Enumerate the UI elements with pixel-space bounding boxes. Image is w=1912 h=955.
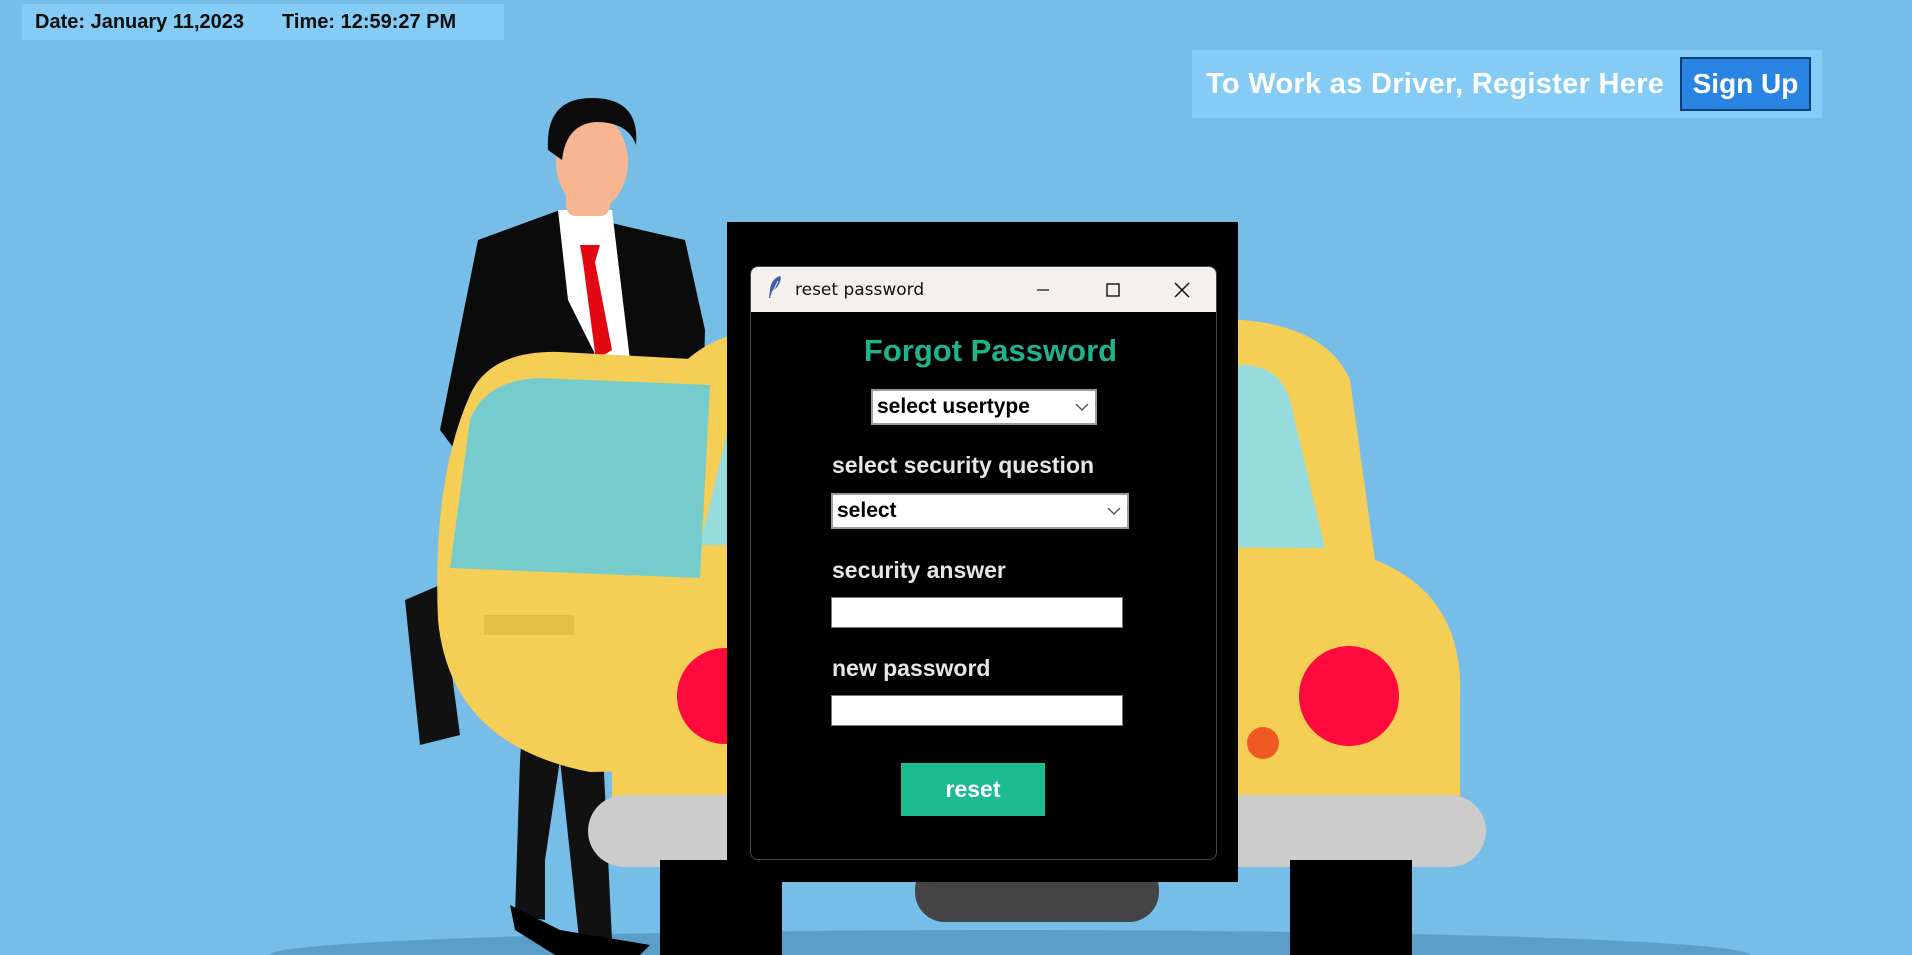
security-question-select[interactable]: select bbox=[831, 493, 1129, 529]
new-password-input[interactable] bbox=[831, 695, 1123, 726]
chevron-down-icon bbox=[1107, 507, 1121, 515]
ground-shadow bbox=[270, 930, 1750, 955]
signup-button[interactable]: Sign Up bbox=[1680, 57, 1811, 111]
time-label: Time: 12:59:27 PM bbox=[282, 10, 457, 33]
security-question-select-value: select bbox=[837, 499, 897, 522]
minimize-button[interactable] bbox=[1008, 267, 1078, 312]
minimize-icon bbox=[1037, 288, 1049, 291]
driver-register-bar: To Work as Driver, Register Here Sign Up bbox=[1192, 50, 1822, 118]
reset-button[interactable]: reset bbox=[901, 763, 1045, 816]
taxi-taillight-right bbox=[1299, 646, 1399, 746]
chevron-down-icon bbox=[1075, 403, 1089, 411]
dialog-heading: Forgot Password bbox=[863, 333, 1118, 368]
date-label: Date: January 11,2023 bbox=[35, 10, 245, 33]
usertype-select[interactable]: select usertype bbox=[871, 389, 1097, 425]
feather-icon bbox=[751, 275, 785, 304]
taxi-door-window bbox=[450, 378, 710, 578]
security-answer-input[interactable] bbox=[831, 597, 1123, 628]
register-prompt: To Work as Driver, Register Here bbox=[1206, 67, 1665, 100]
dialog-titlebar[interactable]: reset password bbox=[751, 267, 1216, 312]
new-password-label: new password bbox=[832, 655, 991, 681]
security-question-label: select security question bbox=[832, 452, 1095, 478]
taxi-door-handle bbox=[484, 615, 574, 635]
close-icon bbox=[1174, 281, 1190, 298]
taxi-tire-right bbox=[1290, 860, 1412, 955]
dialog-title: reset password bbox=[795, 279, 925, 300]
maximize-button[interactable] bbox=[1078, 267, 1148, 312]
reset-password-dialog: reset password Forgot Password select us… bbox=[750, 266, 1217, 860]
datetime-bar: Date: January 11,2023 Time: 12:59:27 PM bbox=[22, 4, 504, 40]
maximize-icon bbox=[1106, 282, 1120, 297]
close-button[interactable] bbox=[1147, 267, 1216, 312]
usertype-select-value: select usertype bbox=[877, 395, 1030, 418]
taxi-indicator-right bbox=[1247, 727, 1279, 759]
security-answer-label: security answer bbox=[832, 557, 1006, 583]
